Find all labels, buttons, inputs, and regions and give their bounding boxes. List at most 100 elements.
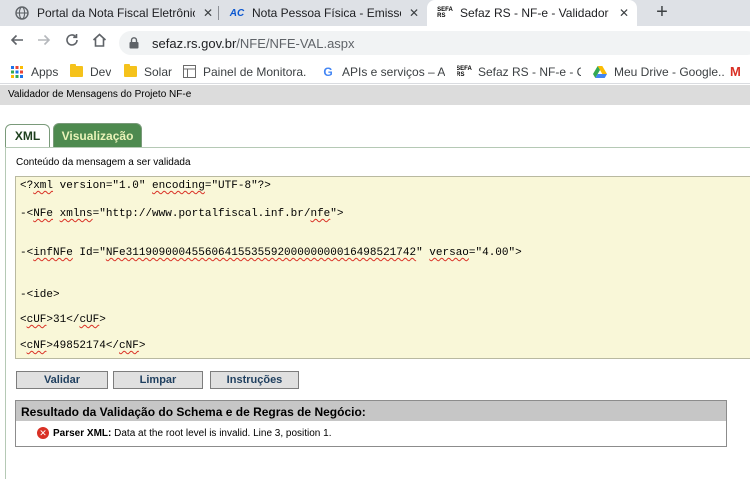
tab-visualizacao[interactable]: Visualização xyxy=(53,123,142,147)
bookmark-label: Painel de Monitora... xyxy=(203,64,306,79)
xml-text: < xyxy=(20,340,27,352)
tab-separator xyxy=(218,6,219,20)
bookmark-label: Dev xyxy=(90,64,112,79)
reload-icon xyxy=(66,34,78,46)
lock-icon xyxy=(129,37,143,49)
bookmarks-bar: Apps Dev Solar Painel de Monitora... G A… xyxy=(0,59,750,84)
bookmark-apps[interactable]: Apps xyxy=(10,63,58,80)
xml-spellcheck-word: encoding xyxy=(152,180,205,192)
folder-icon xyxy=(69,64,83,79)
xml-text: ="http://www.portalfiscal.inf.br/ xyxy=(92,208,311,220)
xml-text: version="1.0" xyxy=(53,180,153,192)
browser-tab-sefaz-validador[interactable]: SEFA RS Sefaz RS - NF-e - Validador de M… xyxy=(427,0,637,26)
result-message: ✕ Parser XML: Data at the root level is … xyxy=(37,427,332,439)
browser-toolbar: sefaz.rs.gov.br/NFE/NFE-VAL.aspx xyxy=(0,26,750,59)
browser-tab-portal-nfe[interactable]: Portal da Nota Fiscal Eletrônica ✕ xyxy=(14,0,215,26)
error-text: Data at the root level is invalid. Line … xyxy=(111,427,332,439)
tab-close-icon[interactable]: ✕ xyxy=(617,6,631,20)
google-g-icon: G xyxy=(323,64,333,79)
reload-button[interactable] xyxy=(61,32,83,54)
xml-text: < xyxy=(20,314,27,326)
page-content: Validador de Mensagens do Projeto NF-e X… xyxy=(0,85,750,479)
home-icon xyxy=(92,33,106,47)
instrucoes-button[interactable]: Instruções xyxy=(210,371,299,389)
xml-text: -< xyxy=(20,208,34,220)
validation-result-box: Resultado da Validação do Schema e de Re… xyxy=(15,400,727,447)
xml-text: > xyxy=(99,314,106,326)
bookmark-dev[interactable]: Dev xyxy=(69,63,111,80)
xml-text: <? xyxy=(20,180,34,192)
tab-title: Nota Pessoa Física - Emissor não xyxy=(252,6,401,20)
google-drive-icon xyxy=(593,65,607,79)
xml-line: -<infNFe Id="NFe311909000455606415535592… xyxy=(20,247,522,259)
xml-line: -<ide> xyxy=(20,289,60,301)
xml-text: ="4.00"> xyxy=(468,247,522,259)
xml-line: <cUF>31</cUF> xyxy=(20,314,106,326)
xml-spellcheck-word: versao xyxy=(429,247,469,259)
tab-title: Sefaz RS - NF-e - Validador de M xyxy=(460,6,611,20)
xml-spellcheck-word: cNF xyxy=(119,340,139,352)
xml-spellcheck-word: NFe xyxy=(33,208,54,220)
xml-spellcheck-word: NFe3119090004556064155355920000000001649… xyxy=(105,247,417,259)
result-title: Resultado da Validação do Schema e de Re… xyxy=(16,401,726,421)
xml-text: ="UTF-8"?> xyxy=(204,180,271,192)
bookmark-painel-monitoramento[interactable]: Painel de Monitora... xyxy=(182,63,306,80)
validar-button[interactable]: Validar xyxy=(16,371,108,389)
bookmark-meu-drive[interactable]: Meu Drive - Google... xyxy=(593,63,724,80)
bookmark-label: Apps xyxy=(31,64,59,79)
ac-logo-icon: AC xyxy=(229,7,245,19)
url-host: sefaz.rs.gov.br xyxy=(152,35,237,51)
browser-tab-nota-pessoa-fisica[interactable]: AC Nota Pessoa Física - Emissor não ✕ xyxy=(229,0,421,26)
xml-textarea[interactable]: <?xml version="1.0" encoding="UTF-8"?> -… xyxy=(15,176,750,359)
xml-spellcheck-word: nfe xyxy=(310,208,331,220)
forward-button[interactable] xyxy=(33,32,55,54)
arrow-left-icon xyxy=(10,34,23,46)
page-icon xyxy=(182,65,196,79)
bookmark-label: Meu Drive - Google... xyxy=(614,64,724,79)
xml-text: "> xyxy=(330,208,344,220)
arrow-right-icon xyxy=(38,34,51,46)
tab-close-icon[interactable]: ✕ xyxy=(201,6,215,20)
xml-spellcheck-word: xml xyxy=(33,180,54,192)
globe-icon xyxy=(14,5,30,21)
xml-text: -< xyxy=(20,247,34,259)
xml-text: Id=" xyxy=(72,247,106,259)
page-header: Validador de Mensagens do Projeto NF-e xyxy=(0,85,750,105)
xml-spellcheck-word: cUF xyxy=(26,314,47,326)
bookmark-label: Sefaz RS - NF-e - C... xyxy=(478,64,581,79)
bookmark-label: APIs e serviços – AP... xyxy=(342,64,445,79)
bookmark-gmail[interactable]: M xyxy=(730,63,750,80)
xml-spellcheck-word: cNF xyxy=(26,340,47,352)
back-button[interactable] xyxy=(6,32,28,54)
xml-text: -<ide> xyxy=(20,289,60,301)
content-label: Conteúdo da mensagem a ser validada xyxy=(16,157,191,168)
error-icon: ✕ xyxy=(37,427,49,439)
tab-xml[interactable]: XML xyxy=(5,124,50,147)
browser-tab-strip: Portal da Nota Fiscal Eletrônica ✕ AC No… xyxy=(0,0,750,26)
sefaz-rs-icon: SEFA RS xyxy=(437,7,453,19)
xml-text: >31</ xyxy=(46,314,80,326)
tab-close-icon[interactable]: ✕ xyxy=(407,6,421,20)
xml-text: >49852174</ xyxy=(46,340,120,352)
limpar-button[interactable]: Limpar xyxy=(113,371,203,389)
xml-text: > xyxy=(138,340,146,352)
xml-line: <?xml version="1.0" encoding="UTF-8"?> xyxy=(20,180,271,192)
error-label: Parser XML: xyxy=(53,427,112,439)
xml-line: -<NFe xmlns="http://www.portalfiscal.inf… xyxy=(20,208,344,220)
apps-grid-icon xyxy=(10,65,24,79)
xml-line: <cNF>49852174</cNF> xyxy=(20,340,145,352)
bookmark-sefaz-rs[interactable]: SEFA RS Sefaz RS - NF-e - C... xyxy=(457,63,581,80)
url-text: sefaz.rs.gov.br/NFE/NFE-VAL.aspx xyxy=(152,36,355,51)
bookmark-solar[interactable]: Solar xyxy=(123,63,172,80)
tab-title: Portal da Nota Fiscal Eletrônica xyxy=(37,6,195,20)
address-bar[interactable]: sefaz.rs.gov.br/NFE/NFE-VAL.aspx xyxy=(119,31,750,55)
xml-text: " xyxy=(416,247,430,259)
gmail-icon: M xyxy=(730,64,741,79)
xml-spellcheck-word: cUF xyxy=(79,314,100,326)
xml-panel: Conteúdo da mensagem a ser validada <?xm… xyxy=(5,147,750,479)
home-button[interactable] xyxy=(88,32,110,54)
bookmark-label: Solar xyxy=(144,64,173,79)
xml-spellcheck-word: xmlns xyxy=(59,208,93,220)
new-tab-button[interactable]: + xyxy=(651,1,673,23)
bookmark-apis-servicos[interactable]: G APIs e serviços – AP... xyxy=(321,63,445,80)
